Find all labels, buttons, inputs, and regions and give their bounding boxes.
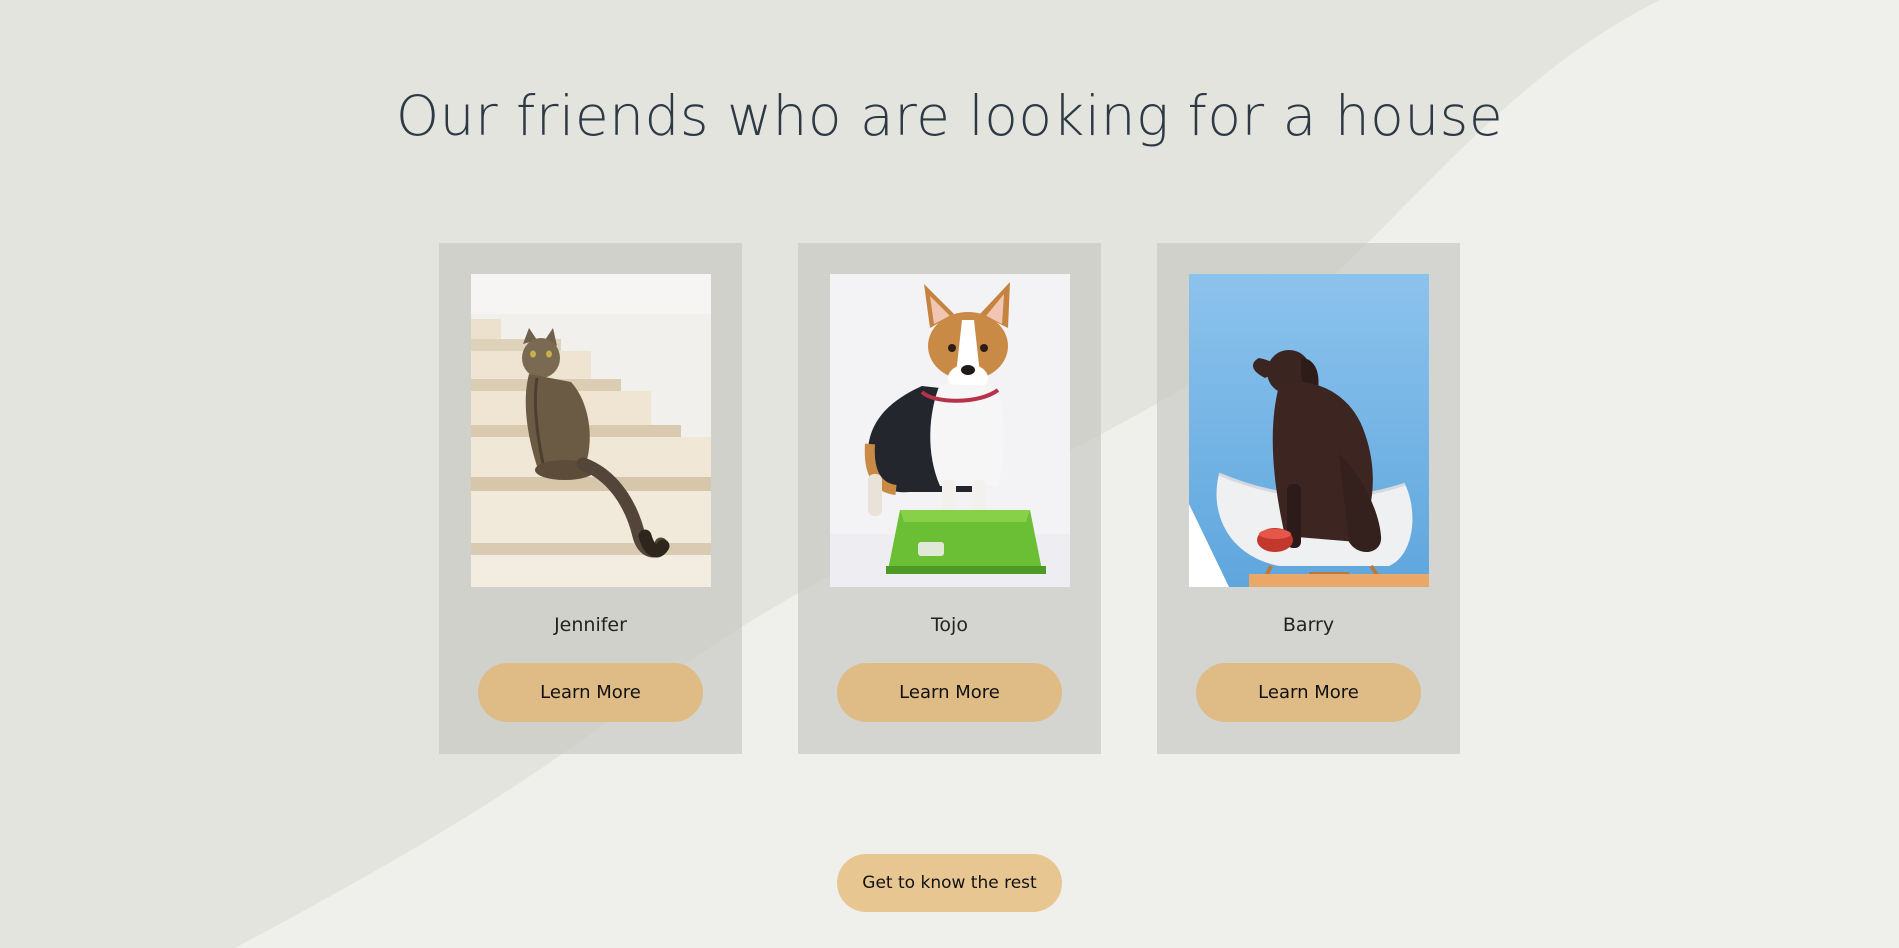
pet-card: Tojo Learn More bbox=[798, 243, 1101, 754]
cat-on-stairs-photo[interactable] bbox=[471, 274, 711, 587]
labrador-photo-image bbox=[1189, 274, 1429, 587]
pet-card: Barry Learn More bbox=[1157, 243, 1460, 754]
learn-more-button[interactable]: Learn More bbox=[478, 663, 703, 722]
cat-photo-image bbox=[471, 274, 711, 587]
pet-name: Barry bbox=[1282, 614, 1335, 636]
brown-labrador-on-chair-photo[interactable] bbox=[1189, 274, 1429, 587]
pet-name: Tojo bbox=[931, 614, 968, 636]
corgi-on-green-stool-photo[interactable] bbox=[830, 274, 1070, 587]
learn-more-button[interactable]: Learn More bbox=[837, 663, 1062, 722]
pet-cards: Jennifer Learn More Tojo Learn More Barr… bbox=[439, 243, 1460, 754]
pets-section: Our friends who are looking for a house bbox=[0, 0, 1899, 948]
pet-card: Jennifer Learn More bbox=[439, 243, 742, 754]
page-title: Our friends who are looking for a house bbox=[395, 84, 1504, 148]
learn-more-button[interactable]: Learn More bbox=[1196, 663, 1421, 722]
get-to-know-the-rest-button[interactable]: Get to know the rest bbox=[837, 854, 1062, 912]
corgi-photo-image bbox=[830, 274, 1070, 587]
pet-name: Jennifer bbox=[554, 614, 627, 636]
